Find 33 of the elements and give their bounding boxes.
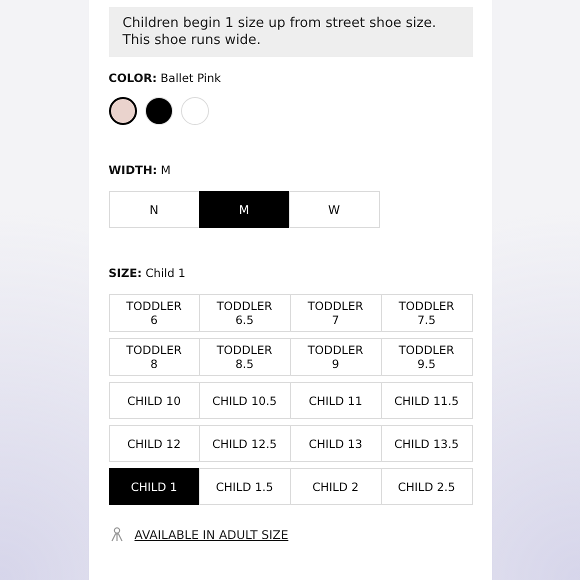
size-option[interactable]: CHILD 11.5 bbox=[380, 382, 472, 419]
size-option[interactable]: TODDLER 8 bbox=[108, 338, 200, 376]
person-icon bbox=[110, 527, 122, 542]
width-option[interactable]: N bbox=[108, 191, 200, 228]
width-value: M bbox=[160, 163, 171, 177]
size-option[interactable]: CHILD 10.5 bbox=[198, 382, 290, 419]
size-option[interactable]: TODDLER 9 bbox=[290, 338, 382, 376]
width-option[interactable]: M bbox=[198, 191, 290, 228]
size-option[interactable]: TODDLER 7 bbox=[290, 294, 382, 332]
color-value: Ballet Pink bbox=[160, 71, 221, 85]
size-option[interactable]: CHILD 12 bbox=[108, 425, 200, 462]
adult-size-link[interactable]: AVAILABLE IN ADULT SIZE bbox=[134, 528, 288, 542]
width-option[interactable]: W bbox=[288, 191, 380, 228]
size-option[interactable]: CHILD 13.5 bbox=[380, 425, 472, 462]
size-option[interactable]: CHILD 12.5 bbox=[198, 425, 290, 462]
size-option[interactable]: CHILD 1 bbox=[108, 468, 200, 505]
color-label: COLOR: bbox=[108, 71, 157, 85]
size-option[interactable]: TODDLER 7.5 bbox=[380, 294, 472, 332]
size-option[interactable]: CHILD 13 bbox=[290, 425, 382, 462]
width-label: WIDTH: bbox=[108, 163, 158, 177]
size-value: Child 1 bbox=[146, 266, 186, 280]
size-note: Children begin 1 size up from street shoe size. This shoe runs wide. bbox=[108, 7, 472, 57]
size-option[interactable]: TODDLER 6 bbox=[108, 294, 200, 332]
size-option[interactable]: TODDLER 6.5 bbox=[198, 294, 290, 332]
color-swatch[interactable] bbox=[108, 97, 136, 125]
size-label: SIZE: bbox=[108, 266, 142, 280]
size-option[interactable]: CHILD 1.5 bbox=[198, 468, 290, 505]
size-option[interactable]: CHILD 2.5 bbox=[380, 468, 472, 505]
size-option[interactable]: CHILD 2 bbox=[290, 468, 382, 505]
size-option[interactable]: TODDLER 9.5 bbox=[380, 338, 472, 376]
size-option[interactable]: CHILD 10 bbox=[108, 382, 200, 419]
size-option[interactable]: TODDLER 8.5 bbox=[198, 338, 290, 376]
size-option[interactable]: CHILD 11 bbox=[290, 382, 382, 419]
